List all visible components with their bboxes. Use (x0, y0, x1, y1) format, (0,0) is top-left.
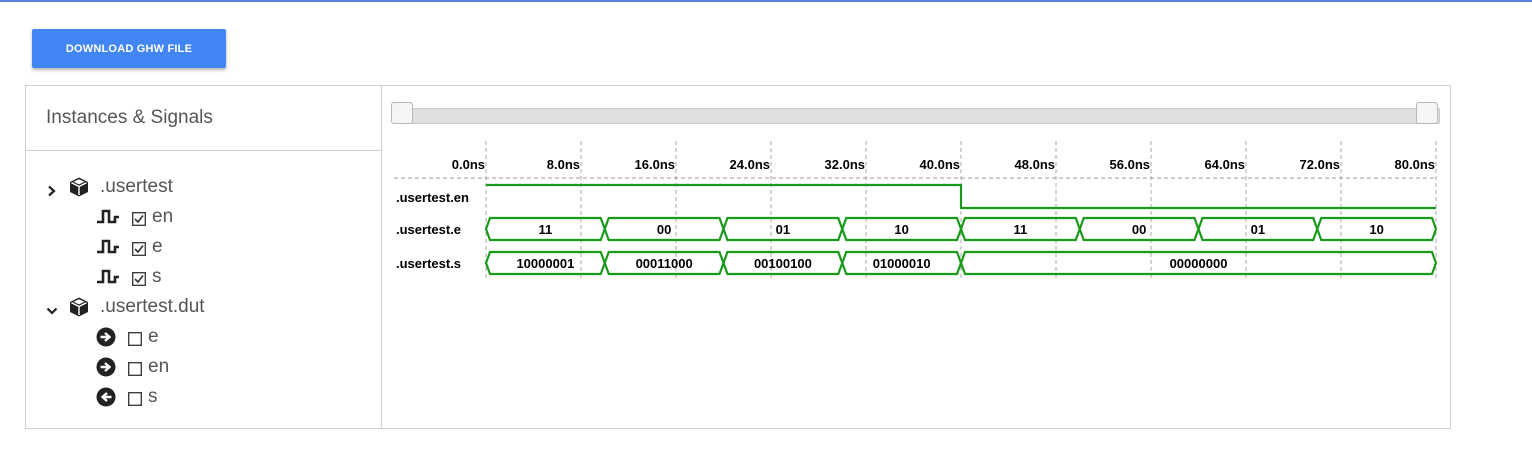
time-tick-label: 32.0ns (825, 157, 865, 172)
chevron-down-icon[interactable] (46, 301, 58, 315)
checkbox-empty-icon[interactable] (128, 330, 142, 346)
signal-label: e (152, 236, 163, 257)
instance-label: .usertest (100, 176, 173, 197)
time-tick-label: 80.0ns (1395, 157, 1435, 172)
time-tick-label: 8.0ns (547, 157, 580, 172)
bus-value-label: 00011000 (636, 256, 693, 271)
bus-value-label: 01 (1251, 222, 1265, 237)
instances-panel: Instances & Signals .usertest en e s .userte… (26, 86, 382, 428)
signal-name-label: .usertest.en (396, 190, 469, 205)
instance-row[interactable]: .usertest (46, 172, 173, 202)
cube-icon (68, 296, 90, 318)
signal-wave-icon (96, 237, 120, 257)
bus-value-label: 00 (1132, 222, 1146, 237)
bus-value-label: 00 (657, 222, 671, 237)
signal-label: s (148, 386, 158, 407)
bus-value-label: 10 (1369, 222, 1383, 237)
bit-waveform (486, 183, 1436, 210)
instance-row[interactable]: .usertest.dut (46, 292, 205, 322)
cube-icon (68, 176, 90, 198)
chevron-right-icon[interactable] (46, 181, 58, 197)
signal-row[interactable]: s (96, 262, 162, 292)
time-tick-label: 24.0ns (730, 157, 770, 172)
waveform-view: 0.0ns 8.0ns 16.0ns 24.0ns 32.0ns 40.0ns 48.0ns… (394, 141, 1438, 279)
panel-title: Instances & Signals (46, 107, 213, 128)
checkbox-empty-icon[interactable] (128, 360, 142, 376)
checkbox-empty-icon[interactable] (128, 390, 142, 406)
waveform-panel: 0.0ns 8.0ns 16.0ns 24.0ns 32.0ns 40.0ns 48.0ns… (382, 86, 1450, 428)
port-out-icon (96, 387, 116, 407)
signal-row[interactable]: e (96, 232, 163, 262)
signal-row[interactable]: s (96, 382, 158, 412)
time-tick-label: 40.0ns (920, 157, 960, 172)
checkbox-checked-icon[interactable] (132, 270, 146, 286)
checkbox-checked-icon[interactable] (132, 240, 146, 256)
download-ghw-button[interactable]: DOWNLOAD GHW FILE (32, 29, 226, 68)
time-tick-label: 72.0ns (1300, 157, 1340, 172)
time-tick-label: 64.0ns (1205, 157, 1245, 172)
signal-label: en (152, 206, 174, 227)
signal-name-label: .usertest.e (396, 222, 461, 237)
signal-row[interactable]: en (96, 202, 173, 232)
bus-value-label: 10 (894, 222, 908, 237)
checkbox-checked-icon[interactable] (132, 210, 146, 226)
time-tick-label: 16.0ns (635, 157, 675, 172)
port-in-icon (96, 327, 116, 347)
signal-row[interactable]: e (96, 322, 159, 352)
viewer-frame: Instances & Signals .usertest en e s .userte… (25, 85, 1451, 429)
signal-row[interactable]: en (96, 352, 169, 382)
bus-value-label: 01000010 (873, 256, 931, 271)
instance-label: .usertest.dut (100, 296, 205, 317)
panel-divider (26, 150, 381, 151)
bus-value-label: 11 (539, 222, 553, 237)
signal-label: e (148, 326, 159, 347)
bus-value-label: 01 (776, 222, 790, 237)
bus-value-label: 10000001 (516, 256, 574, 271)
bus-value-label: 00100100 (754, 256, 812, 271)
time-tick-label: 48.0ns (1015, 157, 1055, 172)
top-accent-line (0, 0, 1532, 2)
signal-label: s (152, 266, 162, 287)
port-in-icon (96, 357, 116, 377)
bus-value-label: 11 (1014, 222, 1028, 237)
signal-label: en (148, 356, 170, 377)
time-tick-label: 56.0ns (1110, 157, 1150, 172)
signal-wave-icon (96, 207, 120, 227)
bus-value-label: 00000000 (1170, 256, 1228, 271)
time-tick-label: 0.0ns (452, 157, 485, 172)
signal-wave-icon (96, 267, 120, 287)
signal-name-label: .usertest.s (396, 256, 461, 271)
